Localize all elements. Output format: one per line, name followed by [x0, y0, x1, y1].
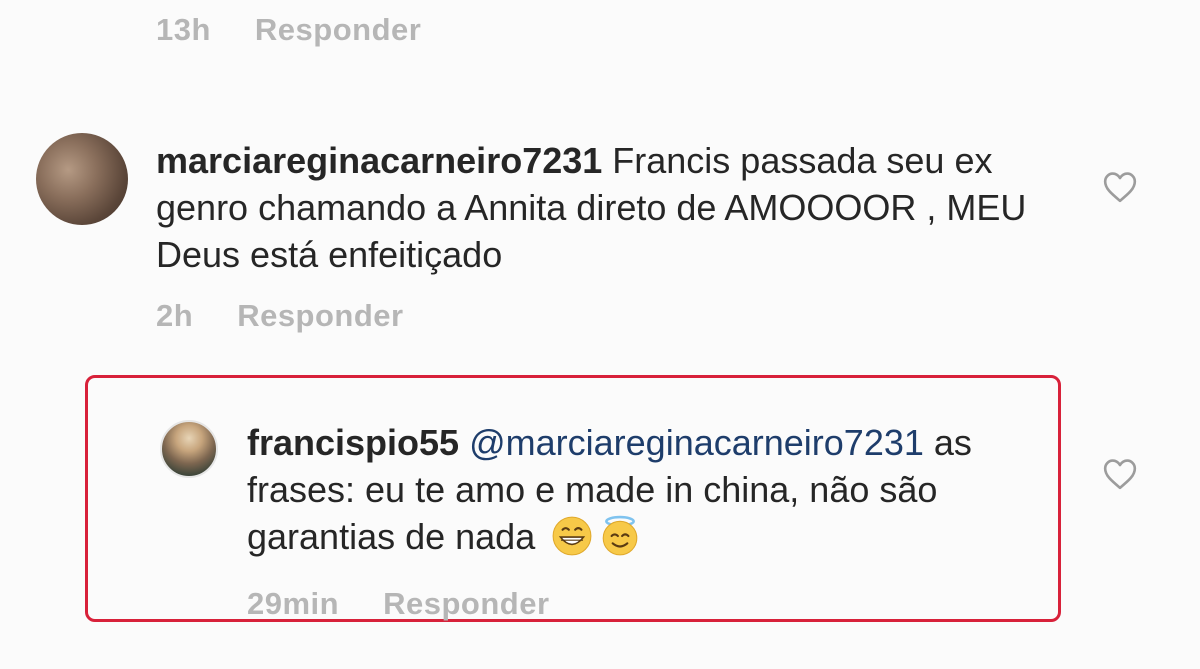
reply-comment-meta: 29min Responder — [247, 586, 550, 622]
comment-time: 13h — [156, 12, 211, 47]
heart-outline-icon[interactable] — [1102, 171, 1138, 203]
comments-screen: 13h Responder marciareginacarneiro7231 Fr… — [0, 0, 1200, 669]
grinning-face-emoji — [552, 516, 592, 556]
smiling-face-with-halo-emoji — [602, 515, 638, 556]
comment-username[interactable]: francispio55 — [247, 422, 459, 463]
avatar[interactable] — [160, 420, 218, 478]
reply-button[interactable]: Responder — [237, 298, 403, 333]
comment-meta: 2h Responder — [156, 298, 404, 334]
avatar[interactable] — [36, 133, 128, 225]
comment-time: 2h — [156, 298, 194, 333]
previous-comment-meta: 13h Responder — [156, 12, 421, 48]
reply-button[interactable]: Responder — [383, 586, 549, 621]
heart-outline-icon[interactable] — [1102, 458, 1138, 490]
reply-comment-text: francispio55 @marciareginacarneiro7231 a… — [247, 419, 1047, 560]
mention-link[interactable]: @marciareginacarneiro7231 — [469, 422, 924, 463]
reply-button[interactable]: Responder — [255, 12, 421, 47]
comment-username[interactable]: marciareginacarneiro7231 — [156, 140, 602, 181]
comment-time: 29min — [247, 586, 340, 621]
comment-text: marciareginacarneiro7231 Francis passada… — [156, 137, 1056, 278]
